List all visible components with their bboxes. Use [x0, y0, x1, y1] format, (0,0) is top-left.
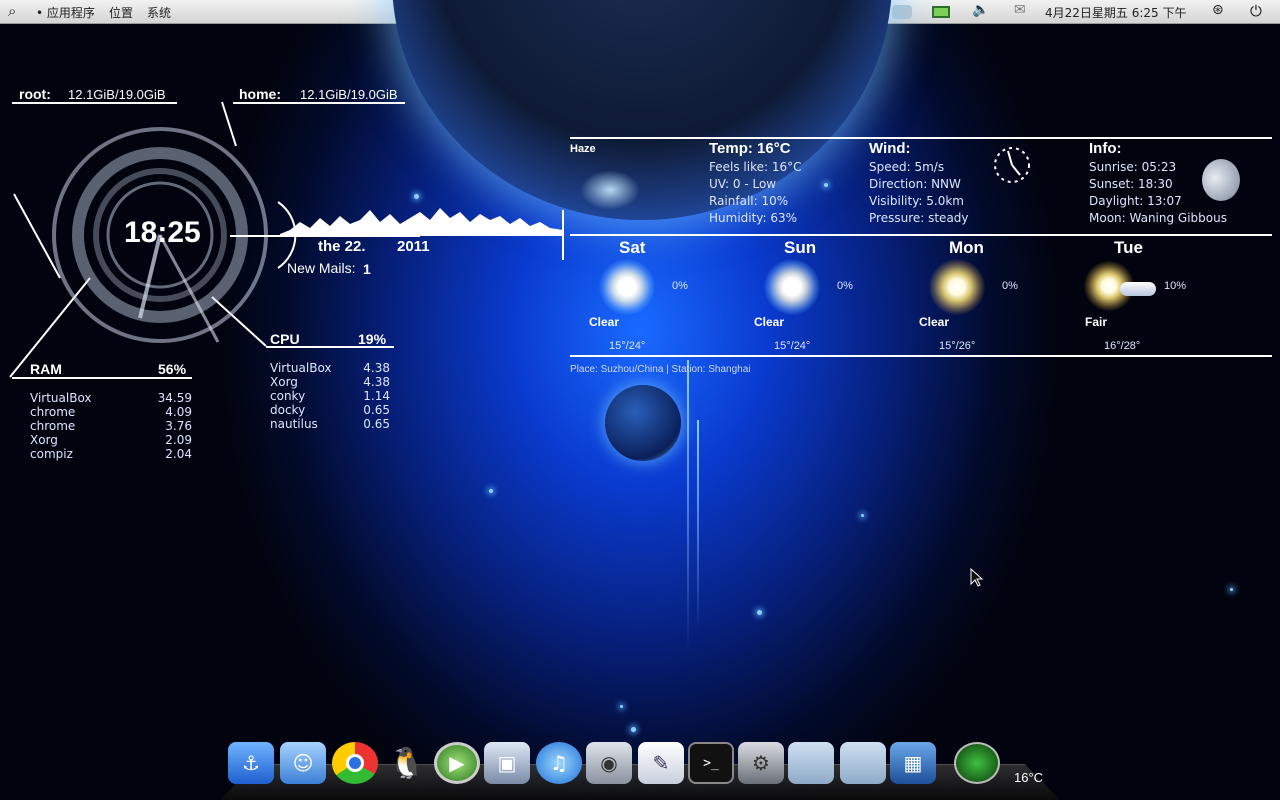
haze-icon [580, 170, 640, 210]
list-item: docky 0.65 [270, 403, 390, 417]
weather-mid-rule [570, 234, 1272, 236]
date-day: the 22. [318, 238, 366, 255]
chrome-dock-icon[interactable] [332, 742, 378, 784]
new-mails-label: New Mails: [287, 260, 356, 276]
star [824, 183, 828, 187]
ram-underline [12, 377, 192, 379]
anchor-dock-icon[interactable]: ⚓ [228, 742, 274, 784]
panel-clock[interactable]: 4月22日星期五 6:25 下午 [1045, 4, 1186, 21]
forecast-cond-3: Clear [919, 315, 950, 329]
menu-places[interactable]: 位置 [109, 4, 133, 21]
photos-dock-icon[interactable]: ▣ [484, 742, 530, 784]
star [861, 514, 864, 517]
list-item: nautilus 0.65 [270, 417, 390, 431]
search-icon[interactable]: ⌕ [8, 2, 16, 20]
ram-process-list: VirtualBox 34.59 chrome 4.09 chrome 3.76 Xo… [30, 391, 192, 461]
light-beam [697, 420, 699, 630]
mouse-cursor-icon [970, 568, 984, 587]
star [757, 610, 762, 615]
star [489, 489, 493, 493]
forecast-precip-2: 0% [837, 280, 853, 292]
cpu-underline [266, 346, 394, 348]
sunny-icon [764, 259, 820, 315]
forecast-precip-4: 10% [1164, 280, 1187, 292]
power-icon[interactable]: ⏻ [1250, 2, 1262, 20]
forecast-day-3: Mon [949, 238, 984, 257]
current-temp: Temp: 16°C [709, 140, 791, 157]
forecast-range-4: 16°/28° [1104, 340, 1141, 352]
list-item: compiz 2.04 [30, 447, 192, 461]
weather-bottom-rule [570, 355, 1272, 357]
current-details: Feels like: 16°C UV: 0 - Low Rainfall: 10%… [709, 160, 802, 225]
wind-title: Wind: [869, 140, 911, 157]
mail-icon[interactable]: ✉ [1014, 2, 1026, 18]
ram-label: RAM [30, 361, 62, 377]
dock-weather-temp[interactable]: 16°C [1014, 770, 1043, 785]
terminal-dock-icon[interactable]: >_ [688, 742, 734, 784]
current-condition: Haze [570, 143, 596, 155]
star [631, 727, 636, 732]
forecast-range-3: 15°/26° [939, 340, 976, 352]
moon-phase-icon [1202, 159, 1240, 201]
forecast-range-2: 15°/24° [774, 340, 811, 352]
cloud-icon [1120, 282, 1156, 296]
sunny-icon [599, 259, 655, 315]
list-item: conky 1.14 [270, 389, 390, 403]
forecast-day-1: Sat [619, 238, 646, 257]
light-beam [687, 360, 689, 650]
qq-dock-icon[interactable]: 🐧 [384, 742, 430, 784]
forecast-precip-3: 0% [1002, 280, 1018, 292]
media-player-dock-icon[interactable]: ▶ [434, 742, 480, 784]
forecast-range-1: 15°/24° [609, 340, 646, 352]
weather-top-rule [570, 137, 1272, 139]
menu-applications[interactable]: • 应用程序 [36, 4, 95, 21]
star [620, 705, 623, 708]
list-item: chrome 4.09 [30, 405, 192, 419]
new-mails-count: 1 [363, 261, 371, 277]
list-item: Xorg 4.38 [270, 375, 390, 389]
itunes-dock-icon[interactable]: ♫ [536, 742, 582, 784]
cpu-process-list: VirtualBox 4.38 Xorg 4.38 conky 1.14 docky 0… [270, 361, 390, 431]
camera-dock-icon[interactable]: ◉ [586, 742, 632, 784]
forecast-day-2: Sun [784, 238, 817, 257]
sunny-icon [929, 259, 985, 315]
folder-dock-icon[interactable] [788, 742, 834, 784]
small-planet-image [605, 385, 681, 461]
cpu-percent: 19% [358, 331, 387, 347]
cpu-label: CPU [270, 331, 300, 347]
folder-dock-icon[interactable] [840, 742, 886, 784]
forecast-precip-1: 0% [672, 280, 688, 292]
finder-dock-icon[interactable]: ☺ [280, 742, 326, 784]
list-item: VirtualBox 34.59 [30, 391, 192, 405]
weather-place: Place: Suzhou/China | Station: Shanghai [570, 364, 751, 375]
text-editor-dock-icon[interactable]: ✎ [638, 742, 684, 784]
forecast-cond-2: Clear [754, 315, 785, 329]
radar-dock-icon[interactable] [954, 742, 1000, 784]
ram-percent: 56% [158, 361, 187, 377]
system-settings-dock-icon[interactable]: ⚙ [738, 742, 784, 784]
battery-icon[interactable] [932, 6, 950, 18]
weather-vertical-rule [562, 210, 564, 260]
weather-tray-icon[interactable] [892, 5, 912, 19]
list-item: Xorg 2.09 [30, 433, 192, 447]
volume-icon[interactable]: 🔈 [972, 2, 989, 18]
star [1230, 588, 1233, 591]
chat-icon[interactable]: ⊛ [1212, 2, 1224, 18]
forecast-cond-1: Clear [589, 315, 620, 329]
date-year: 2011 [397, 238, 430, 255]
info-title: Info: [1089, 140, 1122, 157]
forecast-cond-4: Fair [1085, 315, 1108, 329]
clock-time: 18:25 [124, 216, 201, 249]
list-item: chrome 3.76 [30, 419, 192, 433]
wind-direction-clock-icon [994, 147, 1030, 183]
virtualbox-dock-icon[interactable]: ▦ [890, 742, 936, 784]
wind-details: Speed: 5m/s Direction: NNW Visibility: 5.0… [869, 160, 969, 225]
list-item: VirtualBox 4.38 [270, 361, 390, 375]
planet-image [392, 0, 892, 220]
forecast-day-4: Tue [1114, 238, 1143, 257]
audio-visualizer [280, 208, 563, 236]
menu-system[interactable]: 系统 [147, 4, 171, 21]
